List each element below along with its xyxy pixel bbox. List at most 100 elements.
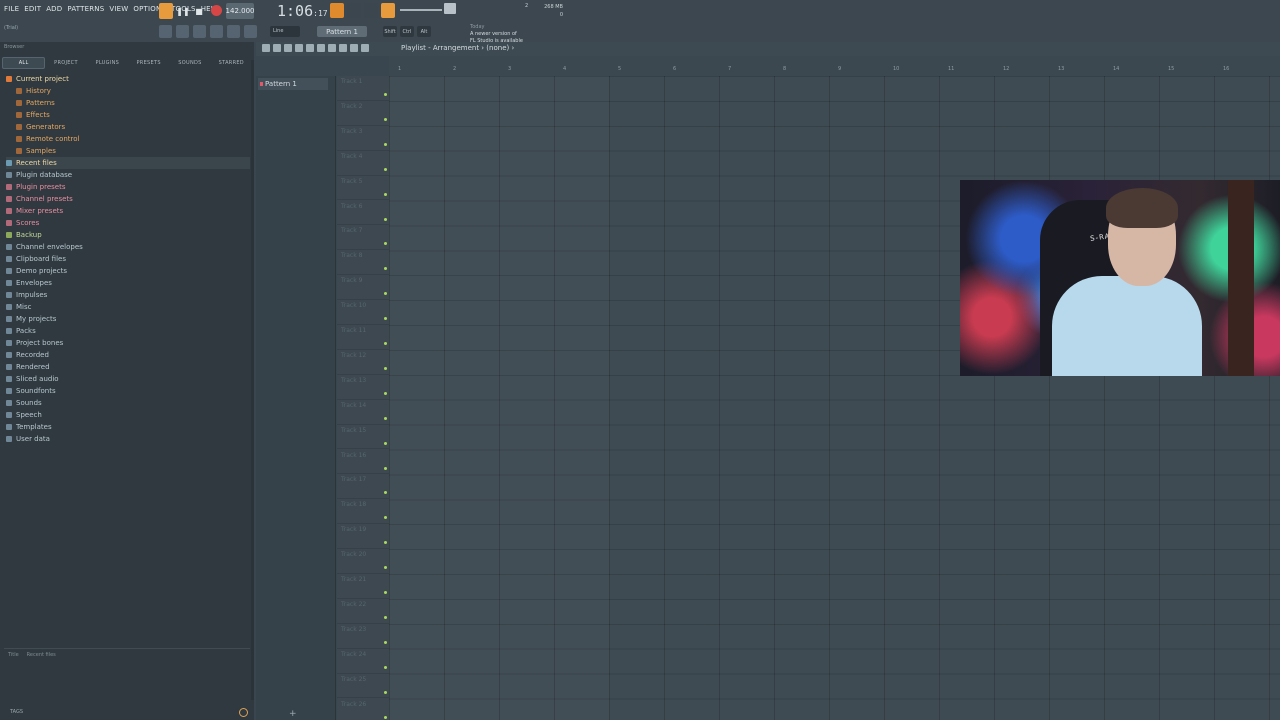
track-mute-led[interactable] [384,267,387,271]
select-tool-icon[interactable] [339,44,347,52]
mixer-icon[interactable] [210,25,223,38]
tree-project-item[interactable]: Samples [6,145,250,157]
tree-project-item[interactable]: Remote control [6,133,250,145]
track-header[interactable]: Track 20 [337,549,389,574]
tree-item[interactable]: Rendered [6,361,250,373]
alt-key-button[interactable]: Alt [417,26,431,37]
track-header[interactable]: Track 5 [337,176,389,201]
pattern-selector[interactable]: Pattern 1 [317,26,367,37]
track-header[interactable]: Track 23 [337,624,389,649]
tree-project-item[interactable]: Patterns [6,97,250,109]
tree-item[interactable]: Misc [6,301,250,313]
track-mute-led[interactable] [384,715,387,719]
menu-add[interactable]: ADD [46,5,62,13]
record-button[interactable] [211,5,222,16]
tree-current-project[interactable]: Current project [6,73,250,85]
tree-project-item[interactable]: Generators [6,121,250,133]
track-mute-led[interactable] [384,416,387,420]
track-mute-led[interactable] [384,591,387,594]
track-header[interactable]: Track 11 [337,325,389,350]
track-header[interactable]: Track 2 [337,101,389,126]
track-mute-led[interactable] [384,441,387,445]
tree-item[interactable]: Sounds [6,397,250,409]
playlist-view-icon[interactable] [159,25,172,38]
track-mute-led[interactable] [384,93,387,96]
track-mute-led[interactable] [384,217,387,221]
track-mute-led[interactable] [384,192,387,196]
zoom-tool-icon[interactable] [350,44,358,52]
tree-item[interactable]: Project bones [6,337,250,349]
tree-project-item[interactable]: Effects [6,109,250,121]
pattern-list-item[interactable]: Pattern 1 [258,78,328,90]
track-header[interactable]: Track 7 [337,225,389,251]
time-display[interactable]: 1:06:17 [277,2,328,20]
track-mute-led[interactable] [384,391,387,395]
mute-tool-icon[interactable] [306,44,314,52]
slip-tool-icon[interactable] [317,44,325,52]
track-header[interactable]: Track 21 [337,574,389,599]
tree-item[interactable]: Envelopes [6,277,250,289]
channel-rack-icon[interactable] [193,25,206,38]
track-mute-led[interactable] [384,317,387,321]
tree-item[interactable]: Impulses [6,289,250,301]
track-header[interactable]: Track 26 [337,699,389,720]
tree-item[interactable]: Recorded [6,349,250,361]
track-mute-led[interactable] [384,690,387,694]
track-mute-led[interactable] [384,615,387,619]
tree-item[interactable]: Plugin database [6,169,250,181]
tab-plugins[interactable]: PLUGINS [87,57,128,69]
tree-item[interactable]: Scores [6,217,250,229]
track-mute-led[interactable] [384,491,387,495]
track-mute-led[interactable] [384,516,387,520]
metronome-icon[interactable] [330,3,344,18]
track-header[interactable]: Track 6 [337,201,389,226]
tree-item[interactable]: User data [6,433,250,445]
pattern-song-toggle[interactable] [159,3,173,19]
browser-scrollbar[interactable] [251,60,254,700]
countdown-icon[interactable] [364,3,378,18]
plugin-picker-icon[interactable] [227,25,240,38]
tree-item[interactable]: My projects [6,313,250,325]
tree-item[interactable]: Plugin presets [6,181,250,193]
track-mute-led[interactable] [384,142,387,146]
tree-item[interactable]: Channel presets [6,193,250,205]
tree-item[interactable]: Soundfonts [6,385,250,397]
add-track-icon[interactable]: + [289,709,297,719]
tree-item[interactable]: Packs [6,325,250,337]
track-mute-led[interactable] [384,167,387,171]
track-header[interactable]: Track 15 [337,425,389,450]
browser-toggle-icon[interactable] [244,25,257,38]
tree-item[interactable]: Sliced audio [6,373,250,385]
play-button[interactable]: ❚❚ [176,3,189,19]
tempo-display[interactable]: 142.000 [226,3,254,19]
tree-item[interactable]: Mixer presets [6,205,250,217]
track-header[interactable]: Track 19 [337,524,389,550]
tree-item[interactable]: Clipboard files [6,253,250,265]
tree-item[interactable]: Demo projects [6,265,250,277]
track-mute-led[interactable] [384,566,387,570]
tree-project-item[interactable]: History [6,85,250,97]
track-mute-led[interactable] [384,665,387,669]
tree-recent-files[interactable]: Recent files [6,157,250,169]
track-header[interactable]: Track 1 [337,76,389,101]
track-header[interactable]: Track 24 [337,649,389,674]
track-mute-led[interactable] [384,466,387,470]
draw-tool-icon[interactable] [273,44,281,52]
menu-patterns[interactable]: PATTERNS [67,5,104,13]
piano-roll-icon[interactable] [176,25,189,38]
track-header[interactable]: Track 10 [337,300,389,325]
loop-record-icon[interactable] [381,3,395,18]
tree-item[interactable]: Channel envelopes [6,241,250,253]
tab-presets[interactable]: PRESETS [128,57,169,69]
track-header[interactable]: Track 17 [337,474,389,500]
track-mute-led[interactable] [384,541,387,545]
tab-sounds[interactable]: SOUNDS [169,57,210,69]
track-header[interactable]: Track 9 [337,275,389,301]
tree-item[interactable]: Speech [6,409,250,421]
stop-button[interactable]: ■ [193,3,205,19]
track-mute-led[interactable] [384,366,387,370]
ctrl-key-button[interactable]: Ctrl [400,26,414,37]
shift-key-button[interactable]: Shift [383,26,397,37]
track-mute-led[interactable] [384,242,387,246]
tab-all[interactable]: ALL [2,57,46,69]
